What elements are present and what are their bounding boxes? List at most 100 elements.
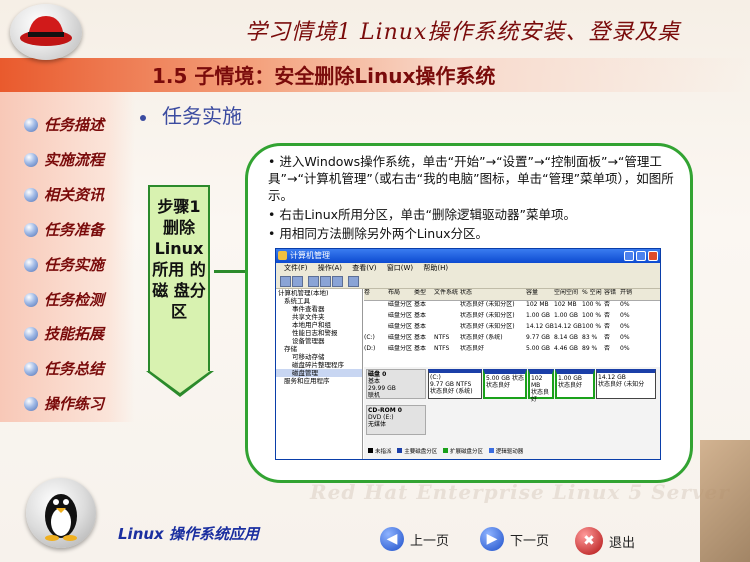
connector-line [214,270,246,273]
sidebar-item-extension[interactable]: 技能拓展 [24,323,104,344]
menu-window[interactable]: 窗口(W) [387,264,413,272]
table-row[interactable]: 磁盘分区 基本 状态良好 (未知分区) 102 MB 102 MB 100 % 否 0% [364,301,660,312]
tree-item[interactable]: 计算机管理(本地) [276,289,362,297]
bullet-icon [24,152,38,167]
instruction-1: • 进入Windows操作系统，单击“开始”→“设置”→“控制面板”→“管理工具… [268,154,674,203]
cdrom-label[interactable]: CD-ROM 0 DVD (E:) 无媒体 [366,405,426,435]
table-cell: 否 [604,334,611,341]
table-cell: 0% [620,312,630,319]
back-icon[interactable] [280,276,291,287]
sidebar-item-practice[interactable]: 操作练习 [24,393,104,414]
sidebar-item-task-description[interactable]: 任务描述 [24,114,104,135]
sidebar-item-related-info[interactable]: 相关资讯 [24,184,104,205]
tree-item[interactable]: 共享文件夹 [276,313,362,321]
tree-item[interactable]: 性能日志和警报 [276,329,362,337]
computer-management-window: 计算机管理 文件(F) 操作(A) 查看(V) 窗口(W) 帮助(H) 计算机管… [275,248,661,460]
minimize-button[interactable] [624,251,634,261]
up-icon[interactable] [308,276,319,287]
table-cell: 9.77 GB [526,334,551,341]
menu-bar: 文件(F) 操作(A) 查看(V) 窗口(W) 帮助(H) [276,263,660,274]
forward-icon[interactable] [292,276,303,287]
menu-action[interactable]: 操作(A) [318,264,342,272]
table-row[interactable]: (D:) 磁盘分区 基本 NTFS 状态良好 5.00 GB 4.46 GB 89 % 否 0% [364,345,660,356]
table-row[interactable]: 磁盘分区 基本 状态良好 (未知分区) 14.12 GB14.12 GB100 % 否 0… [364,323,660,334]
column-header: 容错 [604,289,617,296]
exit-icon: ✖ [575,527,603,555]
chess-decoration [700,440,750,562]
tree-item[interactable]: 设备管理器 [276,337,362,345]
step-label: 步骤1 删除 Linux 所用 的磁 盘分 区 [152,197,206,321]
next-page-button[interactable]: ▶ 下一页 [480,527,549,551]
instruction-2: • 右击Linux所用分区，单击“删除逻辑驱动器”菜单项。 [268,207,576,222]
table-cell: 否 [604,301,611,308]
menu-help[interactable]: 帮助(H) [423,264,448,272]
table-cell: 89 % [582,345,598,352]
refresh-icon[interactable] [348,276,359,287]
maximize-button[interactable] [636,251,646,261]
table-cell: 14.12 GB [554,323,582,330]
disk0-label[interactable]: 磁盘 0 基本 29.99 GB 联机 [366,369,426,399]
instructions: • 进入Windows操作系统，单击“开始”→“设置”→“控制面板”→“管理工具… [268,153,683,244]
sidebar: 任务描述 实施流程 相关资讯 任务准备 任务实施 任务检测 技能拓展 任务总结 … [0,92,135,422]
exit-button[interactable]: ✖ 退出 [575,527,635,555]
tree-item[interactable]: 可移动存储 [276,353,362,361]
partition-c[interactable]: (C:) 9.77 GB NTFS 状态良好 (系统) [428,369,482,399]
redhat-logo [10,4,82,60]
table-cell: 磁盘分区 [388,323,413,330]
tree-item[interactable]: 存储 [276,345,362,353]
bullet-heading: 任务实施 [140,100,242,129]
toolbar [276,274,660,289]
table-cell: 状态良好 [460,345,485,352]
prev-page-button[interactable]: ◀ 上一页 [380,527,449,551]
partition-linux-1[interactable]: 5.00 GB 状态 状态良好 [483,369,527,399]
banner-title: 学习情境1 Linux操作系统安装、登录及桌 [245,20,681,45]
volume-list: 卷布局 类型 文件系统 状态 容量 空闲空间% 空闲 容错 开销 磁盘分区 基本 状态良好 (未知… [364,289,660,359]
column-header: 容量 [526,289,539,296]
sidebar-item-preparation[interactable]: 任务准备 [24,219,104,240]
table-cell: 磁盘分区 [388,312,413,319]
table-cell: NTFS [434,334,450,341]
partition-linux-3[interactable]: 1.00 GB 状态良好 [555,369,595,399]
table-cell: 5.00 GB [526,345,551,352]
tree-item[interactable]: 服务和应用程序 [276,377,362,385]
partition-d[interactable]: 14.12 GB 状态良好 (未知分 [596,369,656,399]
tree-item-selected[interactable]: 磁盘管理 [276,369,362,377]
table-cell: 0% [620,345,630,352]
help-icon[interactable] [332,276,343,287]
table-cell: 否 [604,312,611,319]
sidebar-item-process[interactable]: 实施流程 [24,149,104,170]
table-row[interactable]: 磁盘分区 基本 状态良好 (未知分区) 1.00 GB 1.00 GB 100 % 否 0% [364,312,660,323]
bullet-icon [24,257,38,272]
section-title: 1.5 子情境：安全删除Linux操作系统 [152,64,496,88]
sidebar-item-implementation[interactable]: 任务实施 [24,254,104,275]
window-titlebar: 计算机管理 [276,249,660,263]
tree-item[interactable]: 本地用户和组 [276,321,362,329]
table-cell: 83 % [582,334,598,341]
close-button[interactable] [648,251,658,261]
tree-item[interactable]: 事件查看器 [276,305,362,313]
course-title: Linux 操作系统应用 [118,525,259,543]
table-cell: 基本 [414,312,427,319]
menu-file[interactable]: 文件(F) [284,264,308,272]
table-cell: 状态良好 (未知分区) [460,301,515,308]
sidebar-item-summary[interactable]: 任务总结 [24,358,104,379]
table-cell: 基本 [414,345,427,352]
table-cell: (D:) [364,345,376,352]
table-cell: 8.14 GB [554,334,579,341]
tree-item[interactable]: 磁盘碎片整理程序 [276,361,362,369]
tree-item[interactable]: 系统工具 [276,297,362,305]
table-cell: 0% [620,323,630,330]
menu-view[interactable]: 查看(V) [352,264,376,272]
bullet-icon [140,114,146,121]
partition-linux-2[interactable]: 102 MB 状态良好 [528,369,554,403]
table-cell: 磁盘分区 [388,345,413,352]
table-row[interactable]: (C:) 磁盘分区 基本 NTFS 状态良好 (系统) 9.77 GB 8.14 GB 83 … [364,334,660,345]
sidebar-item-testing[interactable]: 任务检测 [24,289,104,310]
volume-rows: 磁盘分区 基本 状态良好 (未知分区) 102 MB 102 MB 100 % 否 0% 磁盘分… [364,301,660,356]
instruction-3: • 用相同方法删除另外两个Linux分区。 [268,226,489,241]
table-cell: 1.00 GB [526,312,551,319]
app-icon [278,251,287,260]
properties-icon[interactable] [320,276,331,287]
table-cell: 100 % [582,312,602,319]
column-header: 空闲空间 [554,289,579,296]
